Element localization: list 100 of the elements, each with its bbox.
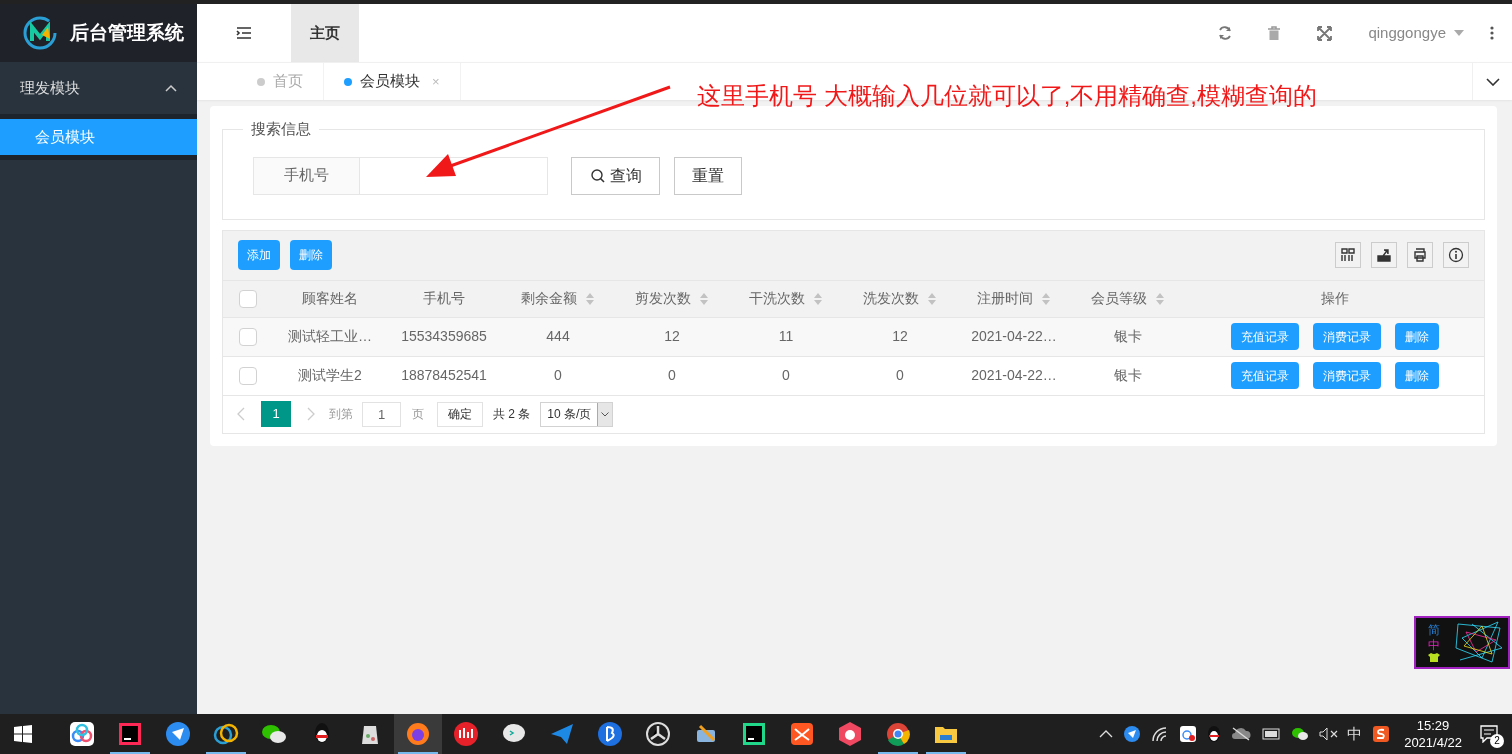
ime-mode-text: 简: [1428, 623, 1440, 638]
consumption-record-button[interactable]: 消费记录: [1312, 323, 1381, 350]
sort-icon: [1041, 291, 1051, 306]
row-checkbox[interactable]: [239, 366, 257, 385]
sort-icon: [699, 291, 709, 306]
confirm-button[interactable]: 确定: [437, 401, 483, 427]
column-header: 剪发次数: [635, 289, 691, 308]
round-app-icon[interactable]: [596, 720, 624, 748]
input-method-icon[interactable]: [1372, 725, 1391, 743]
table-cell-text: 15534359685: [401, 327, 487, 346]
chat-tray-icon[interactable]: [1291, 726, 1310, 742]
column-header: 顾客姓名: [302, 289, 358, 308]
column-header: 干洗次数: [749, 289, 805, 308]
table-cell-text: 444: [546, 327, 570, 346]
logo-icon: [22, 15, 58, 51]
page-tab[interactable]: 首页: [237, 63, 324, 100]
table-cell-text: 0: [554, 366, 562, 385]
penguin-tray-icon[interactable]: [1207, 725, 1222, 743]
column-header: 操作: [1320, 289, 1349, 308]
delete-row-button[interactable]: 删除: [1394, 362, 1439, 389]
battery-icon[interactable]: [1261, 728, 1282, 740]
bird-tray-icon[interactable]: [1123, 725, 1142, 743]
cloud-off-icon[interactable]: [1231, 727, 1252, 741]
annotation-text: 这里手机号 大概输入几位就可以了,不用精确查,模糊查询的: [697, 81, 1317, 111]
column-header: 会员等级: [1091, 289, 1147, 308]
delete-button[interactable]: 删除: [290, 240, 332, 270]
browser-app-icon[interactable]: [404, 720, 432, 748]
table-cell-text: 11: [778, 327, 794, 346]
goto-label: 到第: [329, 406, 353, 423]
bird-app-icon[interactable]: [164, 720, 192, 748]
ide-app-icon[interactable]: [116, 720, 144, 748]
export-icon[interactable]: [1371, 242, 1397, 268]
volume-muted-icon[interactable]: [1319, 727, 1340, 741]
notification-button[interactable]: 2: [1474, 719, 1504, 749]
close-icon[interactable]: ×: [432, 71, 440, 92]
bars-app-icon[interactable]: [452, 720, 480, 748]
print-icon[interactable]: [1407, 242, 1433, 268]
caret-icon: [1454, 30, 1464, 36]
page-input[interactable]: 1: [362, 401, 401, 427]
column-header: 手机号: [423, 289, 465, 308]
menu-group[interactable]: 理发模块: [0, 62, 197, 114]
cloud-tray-icon[interactable]: [1179, 725, 1198, 743]
page-button[interactable]: 1: [261, 401, 291, 427]
table-cell-text: 0: [668, 366, 676, 385]
menu-item[interactable]: 会员模块: [0, 119, 197, 155]
search-icon: [589, 167, 606, 184]
table-cell-text: 银卡: [1114, 327, 1142, 346]
sort-icon: [813, 291, 823, 306]
message-icon: [1480, 725, 1498, 743]
panel-legend: 搜索信息: [243, 118, 319, 141]
page-tab[interactable]: 会员模块 ×: [324, 63, 461, 100]
ime-indicator[interactable]: 中: [1347, 722, 1363, 746]
start-icon[interactable]: [14, 725, 32, 743]
table-cell-text: 18878452541: [401, 366, 487, 385]
table-cell-text: 测试学生2: [298, 366, 362, 385]
column-header: 洗发次数: [863, 289, 919, 308]
user-menu[interactable]: qinggongye: [1368, 21, 1464, 45]
hexagon-app-icon[interactable]: [836, 720, 864, 748]
select-all-checkbox[interactable]: [239, 289, 257, 308]
columns-icon[interactable]: [1335, 242, 1361, 268]
table-cell-text: 2021-04-22…: [971, 366, 1057, 385]
table-cell-text: 2021-04-22…: [971, 327, 1057, 346]
sort-icon: [1155, 291, 1165, 306]
recharge-record-button[interactable]: 充值记录: [1230, 362, 1299, 389]
recharge-record-button[interactable]: 充值记录: [1230, 323, 1299, 350]
notification-count: 2: [1490, 734, 1504, 748]
field-label: 手机号: [253, 156, 360, 195]
total-count: 共 2 条: [493, 406, 531, 423]
pc-app-icon[interactable]: [740, 720, 768, 748]
add-button[interactable]: 添加: [238, 240, 280, 270]
sort-icon: [585, 291, 595, 306]
delete-row-button[interactable]: 删除: [1394, 323, 1439, 350]
table-cell-text: 测试轻工业…: [288, 327, 372, 346]
shirt-icon: [1428, 653, 1440, 662]
table-cell-text: 12: [892, 327, 908, 346]
column-header: 剩余金额: [521, 289, 577, 308]
table-cell-text: 0: [896, 366, 904, 385]
more-icon[interactable]: [1490, 26, 1494, 40]
search-button[interactable]: 查询: [571, 156, 660, 195]
fullscreen-icon[interactable]: [1317, 25, 1333, 41]
app-title: 后台管理系统: [70, 20, 184, 45]
refresh-icon[interactable]: [1217, 25, 1234, 41]
table-cell-text: 银卡: [1114, 366, 1142, 385]
caret-icon: [601, 411, 610, 417]
clock[interactable]: 15:29 2021/4/22: [1404, 717, 1462, 751]
page-unit-label: 页: [412, 406, 424, 423]
consumption-record-button[interactable]: 消费记录: [1312, 362, 1381, 389]
ime-lang-text: 中: [1428, 638, 1440, 653]
table-cell-text: 0: [782, 366, 790, 385]
bowtie-app-icon[interactable]: [788, 720, 816, 748]
sort-icon: [927, 291, 937, 306]
chevron-icon: [165, 84, 177, 92]
row-checkbox[interactable]: [239, 327, 257, 346]
nav-tab[interactable]: 主页: [291, 4, 359, 62]
chrome-icon[interactable]: [884, 720, 912, 748]
page-size-select[interactable]: 10 条/页: [540, 401, 614, 427]
reset-button[interactable]: 重置: [674, 156, 742, 195]
trash-icon[interactable]: [1267, 25, 1282, 41]
chevron-up-icon[interactable]: [1099, 730, 1114, 738]
info-icon[interactable]: [1443, 242, 1469, 268]
